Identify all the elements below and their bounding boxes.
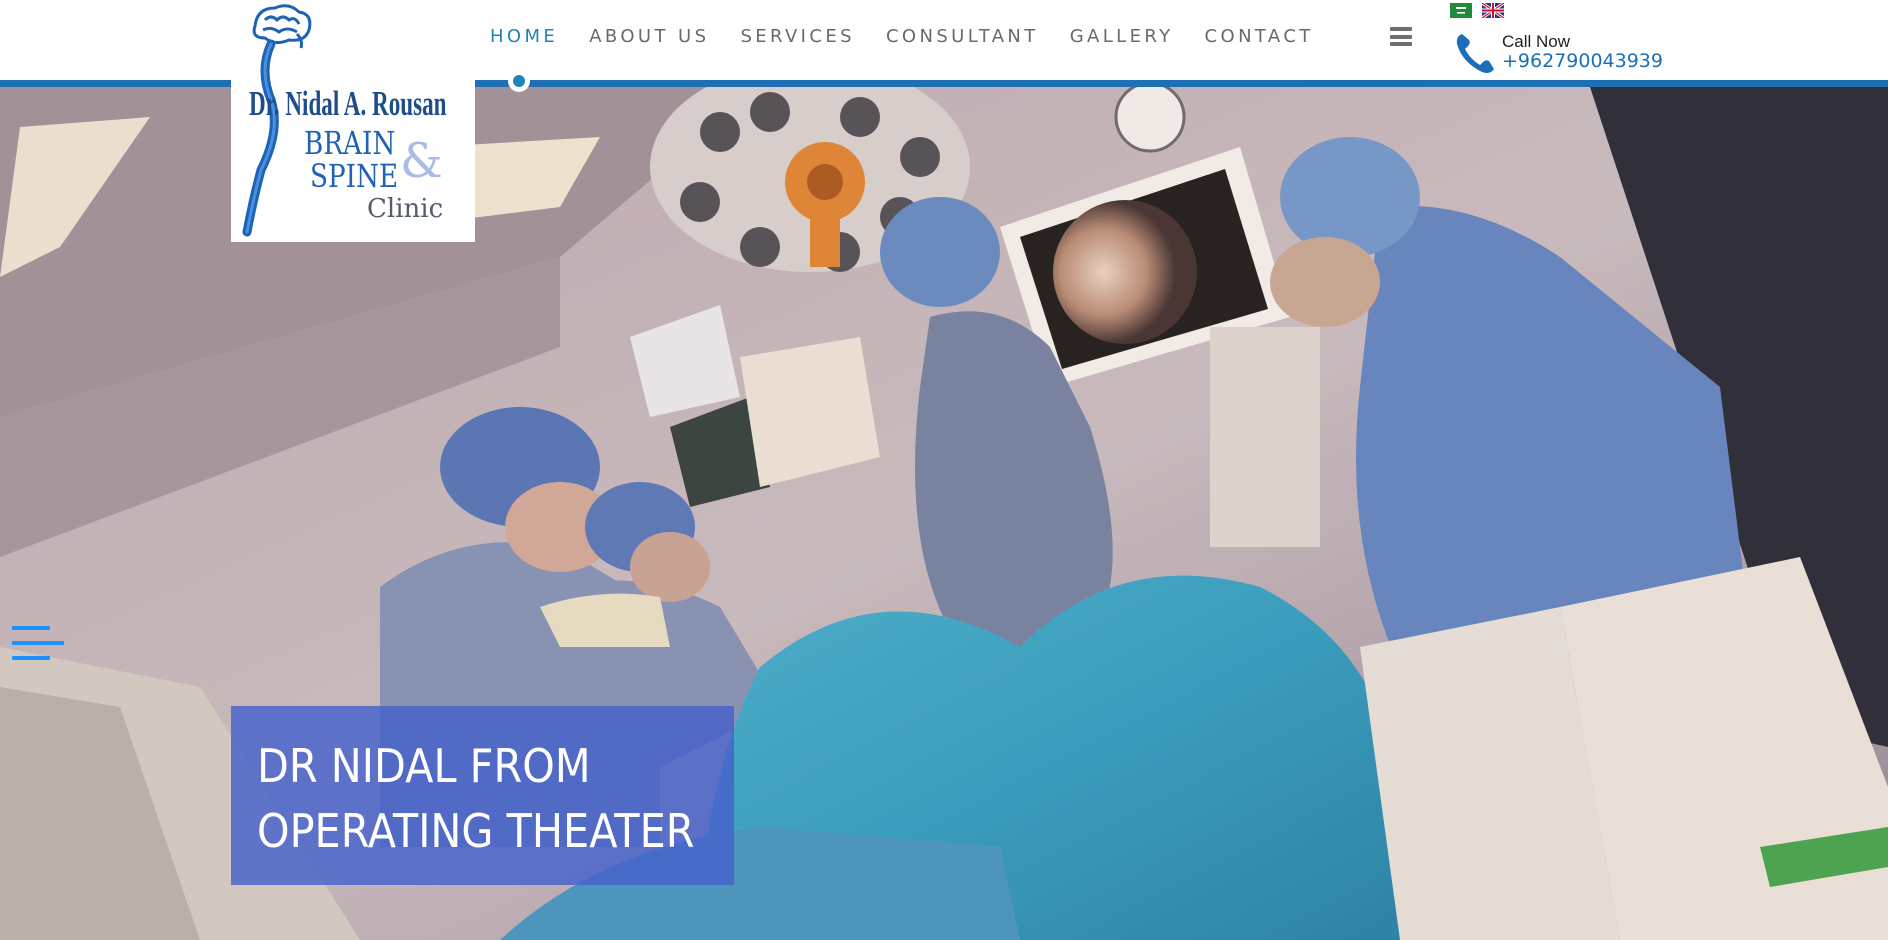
- logo-doctor-name: Dr. Nidal A. Rousan: [249, 84, 447, 123]
- call-now-label: Call Now: [1502, 32, 1571, 51]
- nav-about-us[interactable]: ABOUT US: [589, 26, 709, 47]
- active-nav-indicator: [508, 70, 530, 92]
- nav-gallery[interactable]: GALLERY: [1070, 26, 1174, 47]
- logo-clinic-text: Clinic: [367, 194, 444, 224]
- nav-contact[interactable]: CONTACT: [1205, 26, 1314, 47]
- clinic-logo[interactable]: Dr. Nidal A. Rousan & BRAIN SPINE Clinic: [231, 0, 475, 242]
- nav-home[interactable]: HOME: [490, 26, 558, 47]
- caption-line-1: DR NIDAL FROM: [257, 739, 591, 793]
- caption-line-2: OPERATING THEATER: [257, 804, 695, 858]
- phone-icon: [1456, 34, 1494, 73]
- main-nav: HOME ABOUT US SERVICES CONSULTANT GALLER…: [490, 26, 1314, 47]
- phone-number-link[interactable]: +962790043939: [1502, 50, 1663, 72]
- uk-flag-icon[interactable]: [1482, 3, 1504, 18]
- logo-ampersand: &: [400, 133, 443, 189]
- nav-services[interactable]: SERVICES: [740, 26, 855, 47]
- side-menu-icon[interactable]: [12, 626, 64, 664]
- logo-spine-text: SPINE: [310, 157, 399, 195]
- nav-consultant[interactable]: CONSULTANT: [886, 26, 1039, 47]
- menu-icon[interactable]: [1390, 27, 1412, 46]
- arabic-flag-icon[interactable]: [1450, 3, 1472, 18]
- hero-caption: DR NIDAL FROM OPERATING THEATER: [231, 706, 734, 885]
- language-switcher: [1450, 3, 1504, 18]
